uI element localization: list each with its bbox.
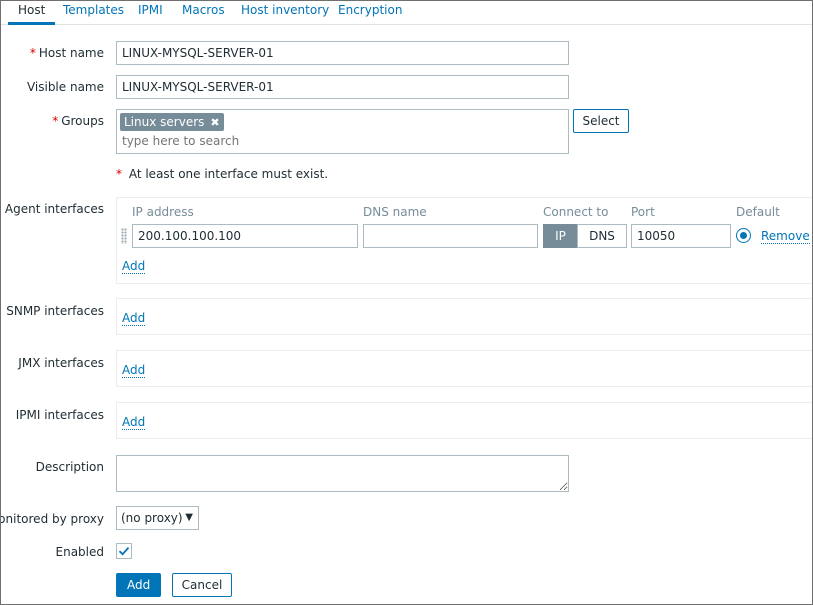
default-interface-radio[interactable] — [736, 228, 751, 243]
groups-label: * Groups — [52, 114, 104, 128]
groups-label-text: Groups — [61, 114, 104, 128]
connect-dns-toggle[interactable]: DNS — [577, 224, 627, 248]
description-textarea[interactable] — [116, 455, 569, 492]
required-marker: * — [29, 46, 36, 60]
cancel-button[interactable]: Cancel — [172, 573, 232, 597]
snmp-add-link[interactable]: Add — [122, 311, 146, 326]
col-connect-to: Connect to — [543, 205, 609, 219]
enabled-label: Enabled — [55, 545, 105, 559]
proxy-select[interactable]: (no proxy) ▼ — [116, 506, 199, 530]
col-port: Port — [631, 205, 655, 219]
enabled-checkbox[interactable] — [116, 543, 132, 559]
host-form-window: Host Templates IPMI Macros Host inventor… — [0, 0, 813, 605]
col-default: Default — [736, 205, 780, 219]
required-marker: * — [52, 114, 59, 128]
group-chip-label: Linux servers — [124, 115, 205, 129]
ipmi-interfaces-box — [116, 402, 812, 439]
chip-remove-icon[interactable]: ✖ — [210, 114, 219, 132]
remove-interface-link[interactable]: Remove — [761, 229, 810, 244]
tab-encryption[interactable]: Encryption — [338, 2, 402, 25]
col-dns-name: DNS name — [363, 205, 427, 219]
tab-macros[interactable]: Macros — [182, 2, 225, 25]
groups-multiselect[interactable]: Linux servers ✖ — [116, 109, 569, 154]
ipmi-add-link[interactable]: Add — [122, 415, 146, 430]
interface-hint: * At least one interface must exist. — [116, 167, 328, 181]
tab-bar: Host Templates IPMI Macros Host inventor… — [1, 1, 812, 25]
jmx-add-link[interactable]: Add — [122, 363, 146, 378]
ipmi-interfaces-label: IPMI interfaces — [15, 408, 104, 422]
tab-ipmi[interactable]: IPMI — [138, 2, 163, 25]
tab-host-inventory[interactable]: Host inventory — [241, 2, 329, 25]
agent-dns-input[interactable] — [363, 224, 538, 248]
jmx-interfaces-label: JMX interfaces — [18, 356, 104, 370]
visible-name-input[interactable] — [116, 75, 569, 99]
connect-ip-toggle[interactable]: IP — [543, 224, 578, 248]
add-button[interactable]: Add — [116, 573, 161, 597]
host-name-input[interactable] — [116, 41, 569, 65]
snmp-interfaces-label: SNMP interfaces — [6, 304, 104, 318]
host-name-label-text: Host name — [38, 46, 104, 60]
dropdown-caret-icon: ▼ — [185, 512, 193, 523]
required-marker: * — [116, 167, 122, 181]
description-label: Description — [35, 460, 104, 474]
snmp-interfaces-box — [116, 298, 812, 335]
groups-search-input[interactable] — [122, 133, 522, 149]
proxy-select-value: (no proxy) — [121, 511, 183, 525]
jmx-interfaces-box — [116, 350, 812, 387]
checkmark-icon — [118, 547, 130, 556]
group-chip: Linux servers ✖ — [120, 113, 224, 131]
tab-templates[interactable]: Templates — [63, 2, 124, 25]
drag-handle-icon[interactable] — [121, 228, 127, 244]
agent-port-input[interactable] — [631, 224, 731, 248]
proxy-label: Monitored by proxy — [1, 512, 104, 526]
interface-hint-text: At least one interface must exist. — [128, 167, 329, 181]
agent-interfaces-label: Agent interfaces — [4, 202, 104, 216]
tab-host[interactable]: Host — [8, 2, 56, 25]
agent-add-link[interactable]: Add — [122, 259, 146, 274]
col-ip-address: IP address — [132, 205, 194, 219]
agent-ip-input[interactable] — [132, 224, 358, 248]
host-name-label: * Host name — [30, 46, 104, 60]
visible-name-label: Visible name — [26, 80, 104, 94]
groups-select-button[interactable]: Select — [573, 109, 629, 133]
